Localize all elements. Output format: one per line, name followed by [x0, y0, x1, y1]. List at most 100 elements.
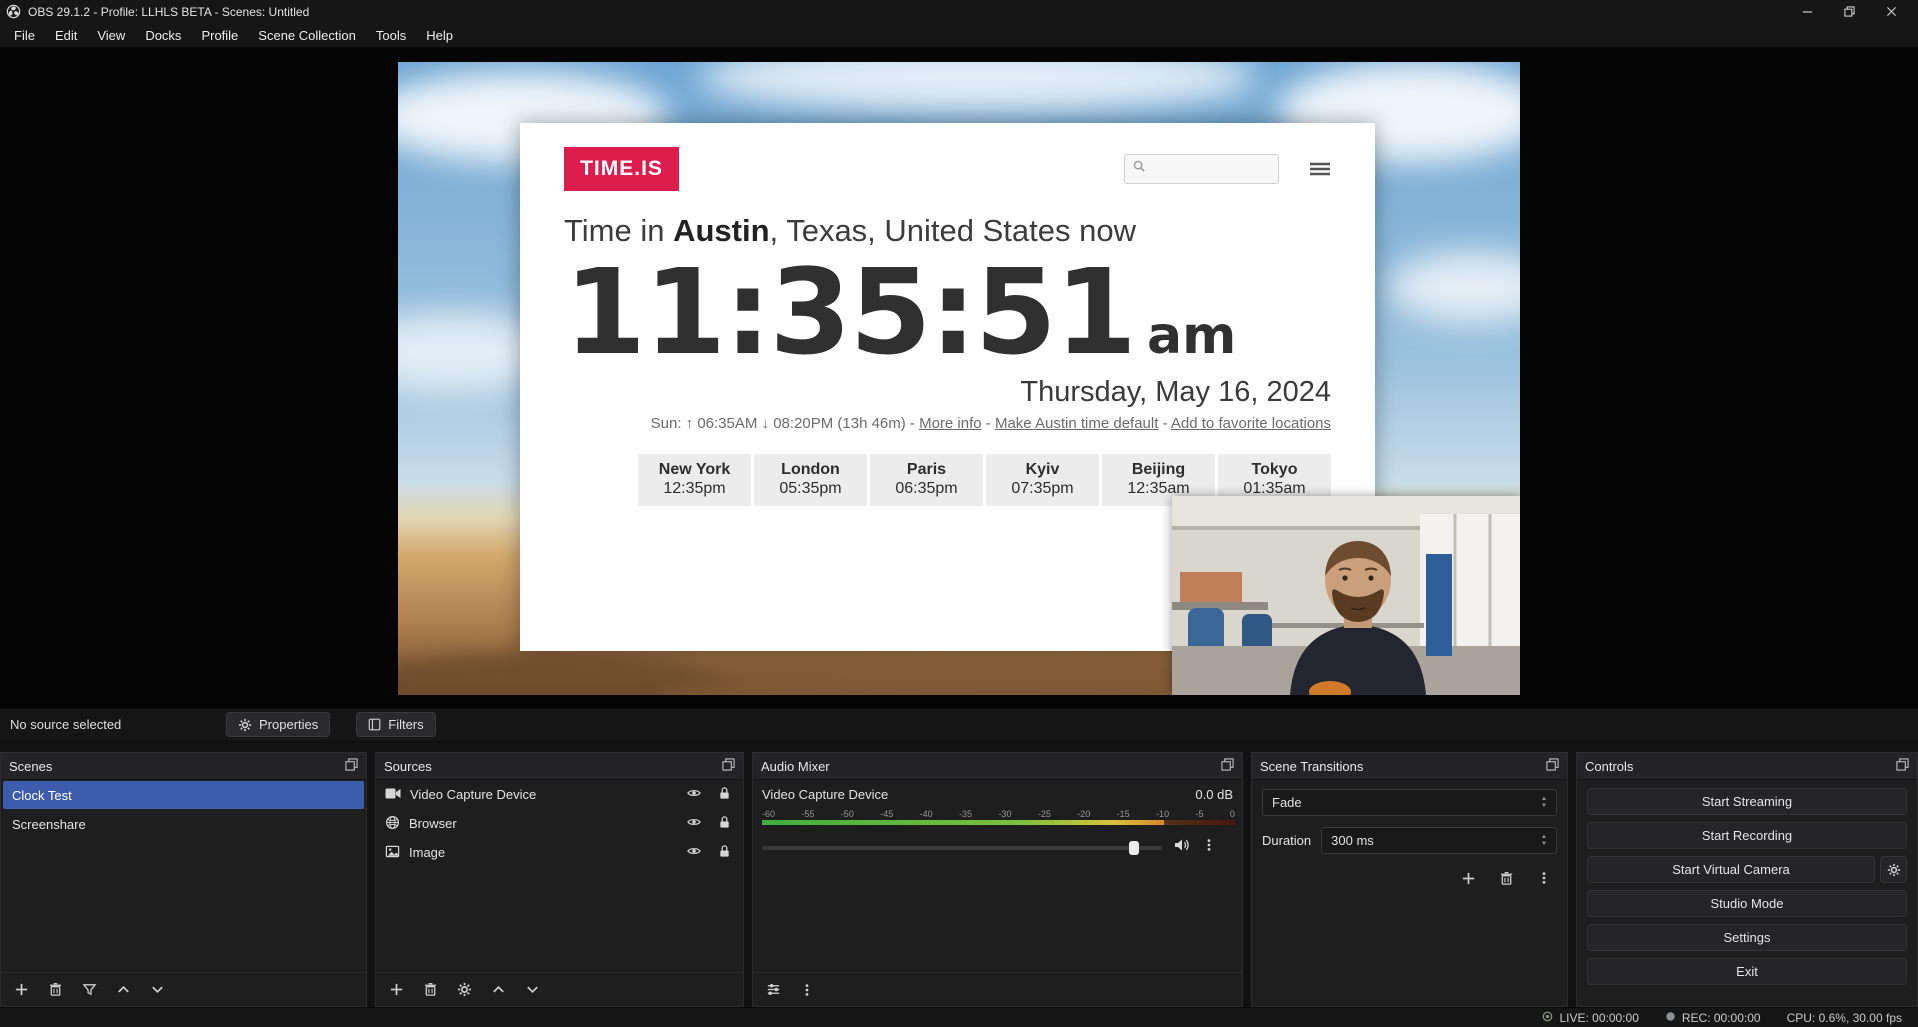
- popout-icon[interactable]: [1221, 758, 1234, 774]
- window-title: OBS 29.1.2 - Profile: LLHLS BETA - Scene…: [28, 5, 309, 19]
- mixer-options-kebab-button[interactable]: [794, 978, 820, 1002]
- move-scene-down-button[interactable]: [144, 978, 170, 1002]
- advanced-audio-properties-button[interactable]: [760, 978, 786, 1002]
- controls-panel-header[interactable]: Controls: [1577, 753, 1917, 780]
- virtual-camera-config-gear-button[interactable]: [1880, 856, 1907, 883]
- move-scene-up-button[interactable]: [110, 978, 136, 1002]
- sources-panel-header[interactable]: Sources: [376, 753, 743, 780]
- source-row-video-capture-device[interactable]: Video Capture Device: [376, 780, 743, 809]
- source-properties-gear-button[interactable]: [451, 978, 477, 1002]
- popout-icon[interactable]: [345, 758, 358, 774]
- add-scene-button[interactable]: [8, 978, 34, 1002]
- scene-item-clock-test[interactable]: Clock Test: [3, 781, 364, 809]
- visibility-eye-icon[interactable]: [686, 786, 702, 803]
- source-row-browser[interactable]: Browser: [376, 809, 743, 838]
- close-button[interactable]: [1870, 0, 1912, 23]
- spin-arrows-icon[interactable]: ▲▼: [1541, 834, 1547, 847]
- start-virtual-camera-button[interactable]: Start Virtual Camera: [1587, 856, 1875, 883]
- volume-slider-handle[interactable]: [1129, 841, 1139, 855]
- duration-spinbox[interactable]: 300 ms ▲▼: [1321, 827, 1557, 854]
- remove-source-button[interactable]: [417, 978, 443, 1002]
- cpu-fps-status: CPU: 0.6%, 30.00 fps: [1787, 1011, 1902, 1025]
- timeis-time: 11:35:51: [564, 251, 1135, 375]
- menu-file[interactable]: File: [4, 25, 45, 46]
- menubar: File Edit View Docks Profile Scene Colle…: [0, 23, 1918, 48]
- lock-icon[interactable]: [718, 844, 731, 861]
- channel-options-kebab-icon[interactable]: [1202, 838, 1216, 857]
- remove-scene-button[interactable]: [42, 978, 68, 1002]
- source-row-image[interactable]: Image: [376, 838, 743, 867]
- preview-canvas[interactable]: TIME.IS Time in Austin, Texas, United St…: [398, 62, 1520, 695]
- move-source-down-button[interactable]: [519, 978, 545, 1002]
- hamburger-menu-icon: [1309, 161, 1331, 177]
- start-recording-button[interactable]: Start Recording: [1587, 822, 1907, 849]
- scenes-panel-title: Scenes: [9, 759, 52, 774]
- volume-meter: [762, 820, 1235, 825]
- source-toolbar: No source selected Properties Filters: [0, 708, 1918, 740]
- menu-view[interactable]: View: [87, 25, 135, 46]
- favorites-link: Add to favorite locations: [1171, 415, 1331, 432]
- scenes-panel: Scenes Clock Test Screenshare: [0, 752, 367, 1007]
- add-source-button[interactable]: [383, 978, 409, 1002]
- transition-selected-value: Fade: [1272, 795, 1302, 810]
- globe-icon: [385, 815, 400, 833]
- menu-edit[interactable]: Edit: [45, 25, 87, 46]
- properties-button[interactable]: Properties: [226, 712, 330, 737]
- volume-slider[interactable]: [762, 846, 1162, 850]
- mixer-db-scale: -60-55-50-45-40-35-30-25-20-15-10-50: [762, 809, 1235, 819]
- scene-item-screenshare[interactable]: Screenshare: [3, 810, 364, 838]
- remove-transition-button[interactable]: [1493, 866, 1519, 890]
- controls-panel-title: Controls: [1585, 759, 1633, 774]
- lock-icon[interactable]: [718, 815, 731, 832]
- transition-options-kebab-button[interactable]: [1531, 866, 1557, 890]
- filters-button[interactable]: Filters: [356, 712, 435, 737]
- mixer-channel-name: Video Capture Device: [762, 787, 888, 802]
- transition-select[interactable]: Fade ▲▼: [1262, 789, 1557, 816]
- exit-button[interactable]: Exit: [1587, 958, 1907, 985]
- popout-icon[interactable]: [1896, 758, 1909, 774]
- more-info-link: More info: [919, 415, 982, 432]
- scene-transitions-title: Scene Transitions: [1260, 759, 1363, 774]
- menu-help[interactable]: Help: [416, 25, 463, 46]
- timeis-header: TIME.IS: [564, 147, 1331, 191]
- scene-transitions-header[interactable]: Scene Transitions: [1252, 753, 1567, 780]
- visibility-eye-icon[interactable]: [686, 844, 702, 861]
- popout-icon[interactable]: [722, 758, 735, 774]
- minimize-button[interactable]: [1786, 0, 1828, 23]
- add-transition-button[interactable]: [1455, 866, 1481, 890]
- visibility-eye-icon[interactable]: [686, 815, 702, 832]
- timeis-search-box: [1124, 154, 1279, 184]
- sources-toolbar: [376, 972, 743, 1006]
- start-streaming-button[interactable]: Start Streaming: [1587, 788, 1907, 815]
- scenes-panel-header[interactable]: Scenes: [1, 753, 366, 780]
- combo-arrows-icon[interactable]: ▲▼: [1541, 796, 1547, 809]
- speaker-icon[interactable]: [1173, 837, 1191, 858]
- menu-profile[interactable]: Profile: [191, 25, 248, 46]
- city-cell: Kyiv07:35pm: [986, 454, 1099, 506]
- camera-icon: [385, 787, 401, 803]
- menu-scene-collection[interactable]: Scene Collection: [248, 25, 366, 46]
- menu-docks[interactable]: Docks: [135, 25, 191, 46]
- scene-filters-button[interactable]: [76, 978, 102, 1002]
- restore-button[interactable]: [1828, 0, 1870, 23]
- lock-icon[interactable]: [718, 786, 731, 803]
- duration-label: Duration: [1262, 833, 1311, 848]
- settings-button[interactable]: Settings: [1587, 924, 1907, 951]
- live-status: LIVE: 00:00:00: [1542, 1011, 1638, 1025]
- image-icon: [385, 844, 400, 862]
- sources-panel: Sources Video Capture Device Browser: [375, 752, 744, 1007]
- move-source-up-button[interactable]: [485, 978, 511, 1002]
- search-icon: [1132, 159, 1146, 178]
- obs-window: OBS 29.1.2 - Profile: LLHLS BETA - Scene…: [0, 0, 1918, 1027]
- timeis-logo: TIME.IS: [564, 147, 679, 191]
- studio-mode-button[interactable]: Studio Mode: [1587, 890, 1907, 917]
- mixer-toolbar: [753, 972, 1242, 1006]
- menu-tools[interactable]: Tools: [366, 25, 416, 46]
- source-label: Video Capture Device: [410, 787, 536, 802]
- scenes-list: Clock Test Screenshare: [1, 780, 366, 972]
- popout-icon[interactable]: [1546, 758, 1559, 774]
- audio-mixer-header[interactable]: Audio Mixer: [753, 753, 1242, 780]
- source-label: Browser: [409, 816, 457, 831]
- audio-mixer-title: Audio Mixer: [761, 759, 830, 774]
- timeis-ampm: am: [1147, 306, 1236, 366]
